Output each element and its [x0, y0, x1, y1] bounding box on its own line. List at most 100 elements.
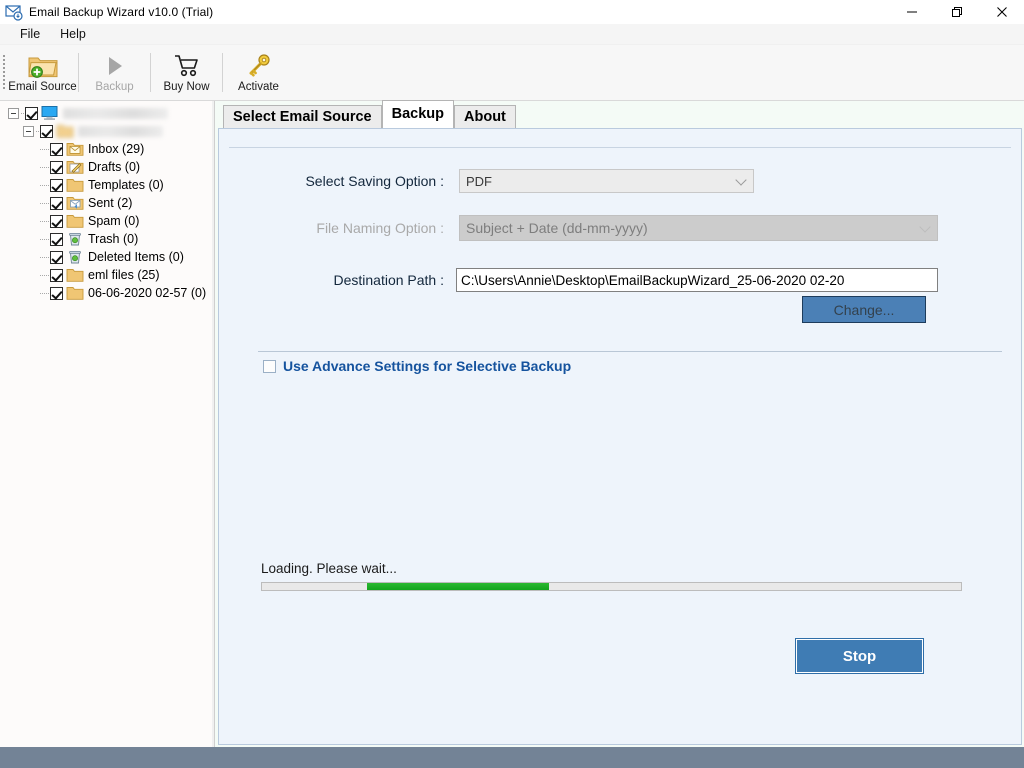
drafts-folder-icon — [66, 159, 84, 175]
tab-backup[interactable]: Backup — [381, 100, 455, 128]
tree-checkbox-drafts[interactable] — [50, 160, 63, 174]
advance-settings-row[interactable]: Use Advance Settings for Selective Backu… — [263, 358, 571, 374]
toolbar-grip[interactable] — [0, 45, 8, 100]
toolbar-button-activate[interactable]: Activate — [224, 45, 293, 100]
key-icon — [246, 52, 272, 80]
tree-row-deleted-items[interactable]: Deleted Items (0) — [0, 248, 214, 266]
close-button[interactable] — [979, 0, 1024, 24]
tree-label-sent: Sent (2) — [88, 196, 133, 210]
change-destination-button[interactable]: Change... — [802, 296, 926, 323]
toolbar: Email Source Backup Buy Now Activate — [0, 45, 1024, 101]
tree-checkbox-spam[interactable] — [50, 214, 63, 228]
toolbar-separator — [150, 53, 151, 92]
folder-icon — [66, 213, 84, 229]
advance-settings-label: Use Advance Settings for Selective Backu… — [283, 358, 572, 374]
tree-checkbox-deleted-items[interactable] — [50, 250, 63, 264]
saving-option-value: PDF — [466, 173, 492, 189]
tree-checkbox-eml-files[interactable] — [50, 268, 63, 282]
tree-label-drafts: Drafts (0) — [88, 160, 141, 174]
tree-checkbox-sent[interactable] — [50, 196, 63, 210]
tab-strip: Select Email Source Backup About — [218, 100, 1024, 129]
toolbar-button-buy-now[interactable]: Buy Now — [152, 45, 221, 100]
tree-label-templates: Templates (0) — [88, 178, 164, 192]
minimize-button[interactable] — [889, 0, 934, 24]
toolbar-button-email-source[interactable]: Email Source — [8, 45, 77, 100]
tree-label-dated-folder: 06-06-2020 02-57 (0) — [88, 286, 207, 300]
progress-bar — [261, 582, 962, 591]
destination-path-label: Destination Path : — [333, 272, 444, 288]
tree-connector — [40, 212, 50, 230]
file-naming-option-value: Subject + Date (dd-mm-yyyy) — [466, 220, 648, 236]
tree-checkbox-inbox[interactable] — [50, 142, 63, 156]
expander-icon[interactable] — [8, 107, 19, 119]
change-button-label: Change... — [833, 301, 895, 318]
envelope-download-icon — [5, 3, 23, 21]
tree-connector — [40, 140, 50, 158]
expander-icon[interactable] — [23, 125, 34, 137]
toolbar-label-buy-now: Buy Now — [163, 81, 210, 93]
trash-icon — [66, 249, 84, 265]
tree-row-drafts[interactable]: Drafts (0) — [0, 158, 214, 176]
chevron-down-icon — [735, 174, 747, 186]
menu-bar: File Help — [0, 24, 1024, 45]
restore-button[interactable] — [934, 0, 979, 24]
tree-label-root — [63, 107, 168, 119]
tree-label-inbox: Inbox (29) — [88, 142, 145, 156]
chevron-down-icon — [919, 221, 931, 233]
window-controls — [889, 0, 1024, 24]
toolbar-button-backup[interactable]: Backup — [80, 45, 149, 100]
progress-status-text: Loading. Please wait... — [261, 561, 397, 576]
saving-option-dropdown[interactable]: PDF — [459, 169, 754, 193]
progress-bar-fill — [366, 583, 549, 590]
toolbar-label-activate: Activate — [238, 81, 279, 93]
tree-checkbox-trash[interactable] — [50, 232, 63, 246]
stop-button[interactable]: Stop — [795, 638, 924, 674]
tree-connector — [40, 248, 50, 266]
destination-path-input[interactable]: C:\Users\Annie\Desktop\EmailBackupWizard… — [456, 268, 938, 292]
tree-checkbox-account[interactable] — [40, 124, 53, 138]
file-naming-option-dropdown[interactable]: Subject + Date (dd-mm-yyyy) — [459, 215, 938, 241]
inbox-folder-icon — [66, 141, 84, 157]
shopping-cart-icon — [173, 52, 201, 80]
tree-checkbox-dated-folder[interactable] — [50, 286, 63, 300]
menu-item-help[interactable]: Help — [50, 25, 96, 43]
tree-label-eml-files: eml files (25) — [88, 268, 160, 282]
folder-add-icon — [27, 52, 58, 80]
menu-item-file[interactable]: File — [10, 25, 50, 43]
tree-connector — [40, 176, 50, 194]
advance-settings-checkbox[interactable] — [263, 359, 276, 373]
toolbar-label-backup: Backup — [95, 81, 134, 93]
toolbar-separator — [78, 53, 79, 92]
toolbar-label-email-source: Email Source — [8, 81, 77, 93]
tree-row-spam[interactable]: Spam (0) — [0, 212, 214, 230]
tree-label-spam: Spam (0) — [88, 214, 140, 228]
tree-row-eml-files[interactable]: eml files (25) — [0, 266, 214, 284]
saving-option-row: Select Saving Option : PDF — [229, 169, 939, 193]
tree-row-dated-folder[interactable]: 06-06-2020 02-57 (0) — [0, 284, 214, 302]
backup-tab-panel: Select Saving Option : PDF File Naming O… — [218, 128, 1022, 745]
trash-icon — [66, 231, 84, 247]
tree-connector — [40, 194, 50, 212]
tree-label-account — [78, 125, 163, 137]
tree-row-trash[interactable]: Trash (0) — [0, 230, 214, 248]
file-naming-option-row: File Naming Option : Subject + Date (dd-… — [229, 215, 1024, 241]
tree-scrollbar[interactable] — [212, 101, 214, 747]
tab-select-email-source[interactable]: Select Email Source — [223, 105, 382, 129]
folder-icon — [56, 123, 74, 139]
form-top-divider — [229, 147, 1011, 148]
tree-row-account[interactable] — [0, 122, 214, 140]
tree-label-deleted-items: Deleted Items (0) — [88, 250, 184, 264]
window-title: Email Backup Wizard v10.0 (Trial) — [29, 5, 214, 19]
toolbar-separator — [222, 53, 223, 92]
status-bar — [0, 747, 1024, 768]
tree-row-root[interactable] — [0, 104, 214, 122]
tree-row-templates[interactable]: Templates (0) — [0, 176, 214, 194]
tree-row-sent[interactable]: Sent (2) — [0, 194, 214, 212]
tree-connector — [40, 158, 50, 176]
tree-checkbox-root[interactable] — [25, 106, 38, 120]
tab-about[interactable]: About — [454, 105, 516, 129]
title-bar: Email Backup Wizard v10.0 (Trial) — [0, 0, 1024, 24]
sent-folder-icon — [66, 195, 84, 211]
tree-row-inbox[interactable]: Inbox (29) — [0, 140, 214, 158]
tree-checkbox-templates[interactable] — [50, 178, 63, 192]
